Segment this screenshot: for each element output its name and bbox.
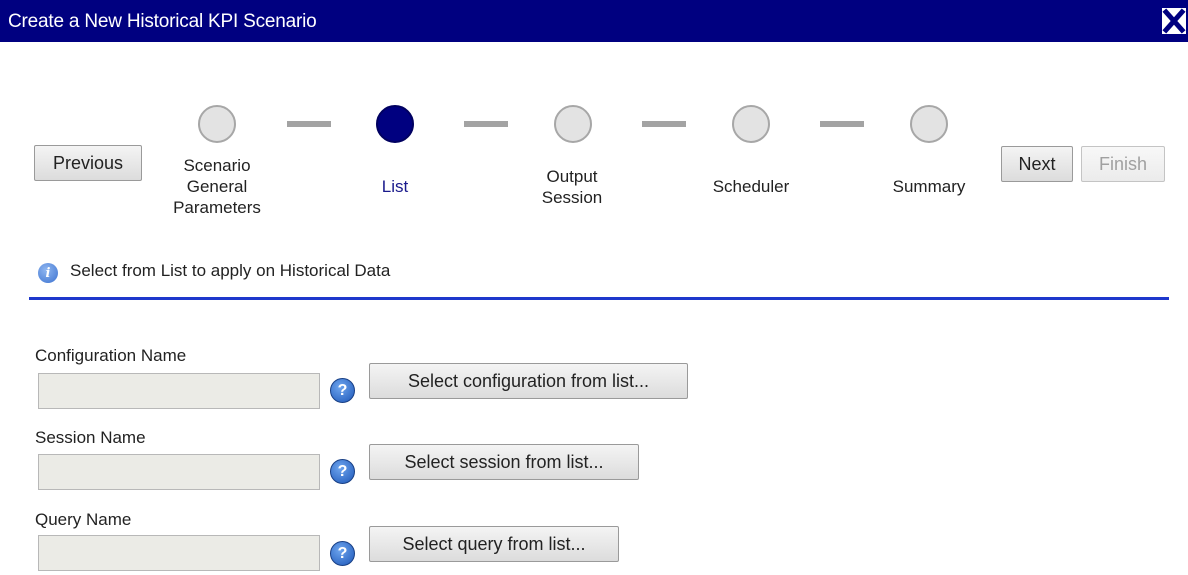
select-configuration-button[interactable]: Select configuration from list... xyxy=(369,363,688,399)
finish-button: Finish xyxy=(1081,146,1165,182)
step-2-indicator xyxy=(376,105,414,143)
select-query-button[interactable]: Select query from list... xyxy=(369,526,619,562)
close-button[interactable] xyxy=(1162,8,1186,34)
session-name-input[interactable] xyxy=(38,454,320,490)
step-4-indicator xyxy=(732,105,770,143)
step-5-indicator xyxy=(910,105,948,143)
step-connector xyxy=(642,121,686,127)
help-icon[interactable]: ? xyxy=(330,541,355,566)
step-2-label: List xyxy=(381,177,409,196)
step-1-indicator xyxy=(198,105,236,143)
title-bar: Create a New Historical KPI Scenario xyxy=(0,0,1188,42)
window-title: Create a New Historical KPI Scenario xyxy=(8,11,317,32)
configuration-name-label: Configuration Name xyxy=(35,346,187,365)
query-name-input[interactable] xyxy=(38,535,320,571)
step-3-indicator xyxy=(554,105,592,143)
help-icon[interactable]: ? xyxy=(330,378,355,403)
step-connector xyxy=(820,121,864,127)
select-session-button[interactable]: Select session from list... xyxy=(369,444,639,480)
info-icon: i xyxy=(38,263,58,283)
step-1-label: Scenario General Parameters xyxy=(173,156,261,217)
step-5-label: Summary xyxy=(892,177,966,196)
previous-button[interactable]: Previous xyxy=(34,145,142,181)
info-message: Select from List to apply on Historical … xyxy=(70,261,391,280)
step-connector xyxy=(287,121,331,127)
help-icon[interactable]: ? xyxy=(330,459,355,484)
configuration-name-input[interactable] xyxy=(38,373,320,409)
step-connector xyxy=(464,121,508,127)
step-3-label: Output Session xyxy=(541,167,603,207)
session-name-label: Session Name xyxy=(35,428,146,447)
query-name-label: Query Name xyxy=(35,510,132,529)
next-button[interactable]: Next xyxy=(1001,146,1073,182)
step-4-label: Scheduler xyxy=(712,177,790,196)
close-icon xyxy=(1162,8,1186,34)
section-divider xyxy=(29,297,1169,300)
